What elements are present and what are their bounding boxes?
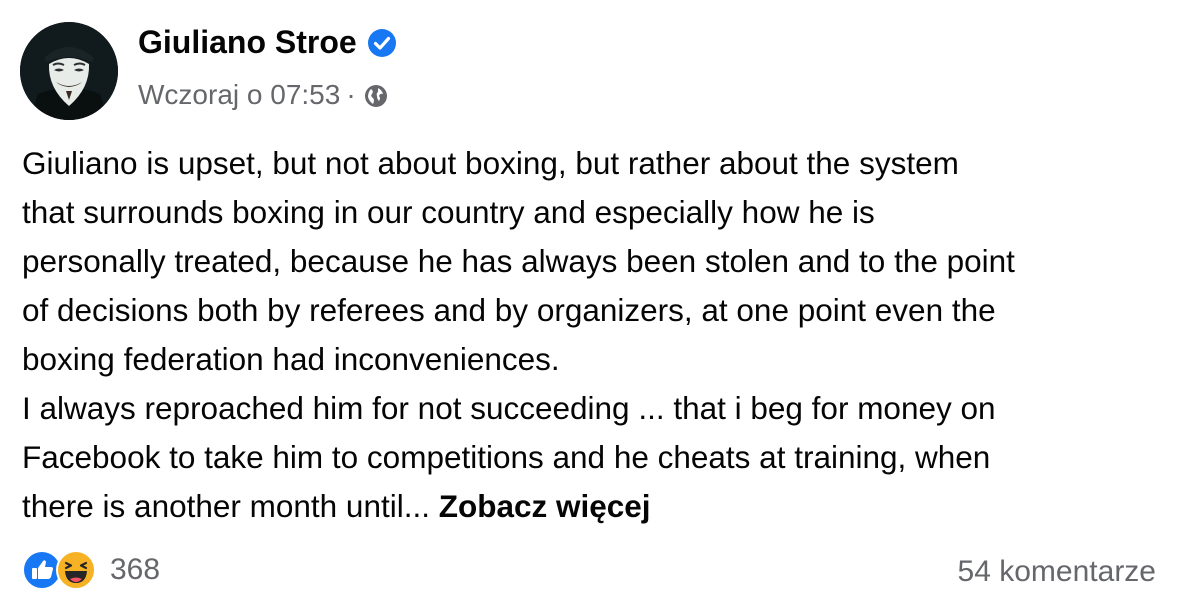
post-text: Giuliano is upset, but not about boxing,… xyxy=(22,139,1172,531)
author-header: Giuliano Stroe xyxy=(138,24,397,61)
verified-badge-icon xyxy=(367,28,397,58)
globe-icon[interactable] xyxy=(364,83,388,107)
post-line-last: there is another month until... Zobacz w… xyxy=(22,482,1172,531)
author-name[interactable]: Giuliano Stroe xyxy=(138,24,357,61)
haha-icon xyxy=(56,550,96,590)
post-meta: Wczoraj o 07:53 · xyxy=(138,79,388,111)
post-line: Facebook to take him to competitions and… xyxy=(22,439,991,475)
post-line: boxing federation had inconveniences. xyxy=(22,341,560,377)
author-avatar[interactable] xyxy=(20,22,118,120)
reaction-count: 368 xyxy=(110,553,161,586)
meta-separator: · xyxy=(346,79,356,110)
guy-fawkes-mask-icon xyxy=(20,22,118,120)
post-line: I always reproached him for not succeedi… xyxy=(22,390,996,426)
post-line: of decisions both by referees and by org… xyxy=(22,292,996,328)
reactions-summary[interactable]: 368 xyxy=(22,550,160,590)
post-line: Giuliano is upset, but not about boxing,… xyxy=(22,145,959,181)
see-more-link[interactable]: Zobacz więcej xyxy=(439,488,651,524)
post-line-text: there is another month until... xyxy=(22,488,439,524)
post-line: personally treated, because he has alway… xyxy=(22,243,1015,279)
post-timestamp[interactable]: Wczoraj o 07:53 xyxy=(138,79,340,111)
comments-count-link[interactable]: 54 komentarze xyxy=(958,555,1156,589)
post-line: that surrounds boxing in our country and… xyxy=(22,194,875,230)
